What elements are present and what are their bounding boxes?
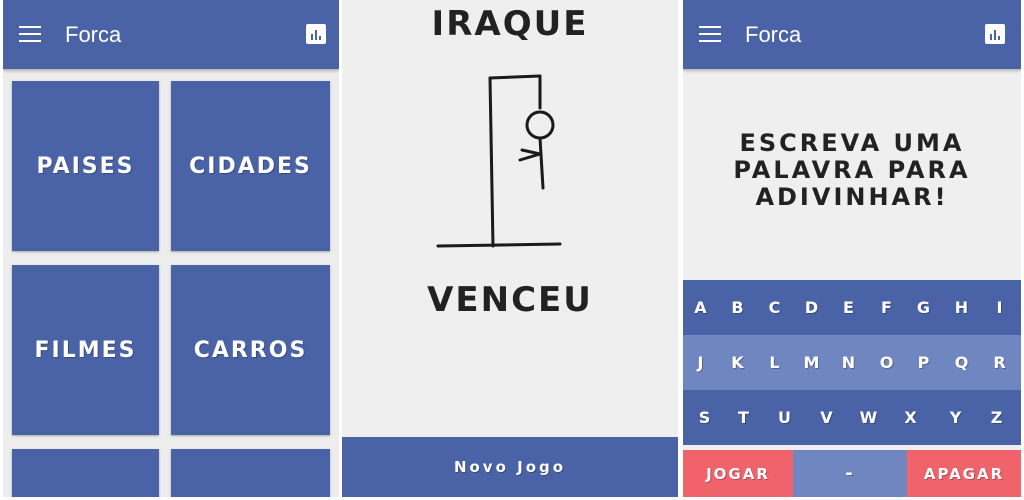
stats-icon[interactable] xyxy=(985,24,1005,44)
word-entry-screen: Forca ESCREVA UMA PALAVRA PARA ADIVINHAR… xyxy=(683,0,1021,497)
key-p[interactable]: P xyxy=(906,335,943,390)
key-t[interactable]: T xyxy=(726,390,763,445)
app-bar: Forca xyxy=(683,0,1021,69)
keyboard-row-3: S T U V W X Y Z xyxy=(683,390,1021,445)
key-j[interactable]: J xyxy=(683,335,720,390)
key-c[interactable]: C xyxy=(757,280,794,335)
key-f[interactable]: F xyxy=(869,280,906,335)
stats-icon[interactable] xyxy=(306,24,326,44)
new-game-button[interactable]: Novo Jogo xyxy=(342,437,678,497)
key-b[interactable]: B xyxy=(720,280,757,335)
key-a[interactable]: A xyxy=(683,280,720,335)
key-l[interactable]: L xyxy=(757,335,794,390)
key-i[interactable]: I xyxy=(982,280,1019,335)
category-label: CARROS xyxy=(193,337,308,363)
play-button[interactable]: JOGAR xyxy=(683,450,793,497)
category-paises-button[interactable]: PAISES xyxy=(12,81,159,251)
category-label: CIDADES xyxy=(189,153,312,179)
category-label: PAISES xyxy=(36,153,135,179)
key-g[interactable]: G xyxy=(906,280,943,335)
key-w[interactable]: W xyxy=(851,390,888,445)
space-key[interactable]: - xyxy=(793,450,907,497)
key-v[interactable]: V xyxy=(809,390,846,445)
new-game-label: Novo Jogo xyxy=(453,458,567,476)
app-title: Forca xyxy=(65,22,122,47)
category-tile-partial[interactable] xyxy=(12,449,159,497)
app-bar: Forca xyxy=(3,0,339,69)
gallows-drawing xyxy=(436,74,562,248)
result-text: VENCEU xyxy=(427,280,593,320)
key-z[interactable]: Z xyxy=(979,390,1016,445)
menu-icon[interactable] xyxy=(699,26,721,42)
delete-button[interactable]: APAGAR xyxy=(907,450,1021,497)
prompt-line: ESCREVA UMA xyxy=(739,129,965,157)
key-y[interactable]: Y xyxy=(938,390,975,445)
app-title: Forca xyxy=(745,22,802,47)
category-tile-partial[interactable] xyxy=(171,449,330,497)
category-cidades-button[interactable]: CIDADES xyxy=(171,81,330,251)
category-screen: Forca PAISES CIDADES FILMES CARROS xyxy=(3,0,339,497)
key-d[interactable]: D xyxy=(794,280,831,335)
keyboard-row-1: A B C D E F G H I xyxy=(683,280,1021,335)
space-label: - xyxy=(845,463,855,484)
category-label: FILMES xyxy=(34,337,137,363)
result-screen: IRAQUE VENCEU Novo Jogo xyxy=(342,0,678,497)
key-x[interactable]: X xyxy=(893,390,930,445)
key-k[interactable]: K xyxy=(720,335,757,390)
prompt-line: PALAVRA PARA xyxy=(733,156,971,184)
delete-label: APAGAR xyxy=(923,464,1005,483)
key-u[interactable]: U xyxy=(767,390,804,445)
key-m[interactable]: M xyxy=(794,335,831,390)
menu-icon[interactable] xyxy=(19,26,41,42)
word-prompt: ESCREVA UMA PALAVRA PARA ADIVINHAR! xyxy=(683,130,1021,211)
keyboard-row-2: J K L M N O P Q R xyxy=(683,335,1021,390)
key-n[interactable]: N xyxy=(831,335,868,390)
prompt-line: ADIVINHAR! xyxy=(755,183,949,211)
key-o[interactable]: O xyxy=(869,335,906,390)
key-e[interactable]: E xyxy=(831,280,868,335)
category-filmes-button[interactable]: FILMES xyxy=(12,265,159,435)
key-r[interactable]: R xyxy=(982,335,1019,390)
key-h[interactable]: H xyxy=(944,280,981,335)
key-q[interactable]: Q xyxy=(944,335,981,390)
category-carros-button[interactable]: CARROS xyxy=(171,265,330,435)
secret-word: IRAQUE xyxy=(431,4,589,44)
play-label: JOGAR xyxy=(706,464,770,483)
key-s[interactable]: S xyxy=(687,390,724,445)
